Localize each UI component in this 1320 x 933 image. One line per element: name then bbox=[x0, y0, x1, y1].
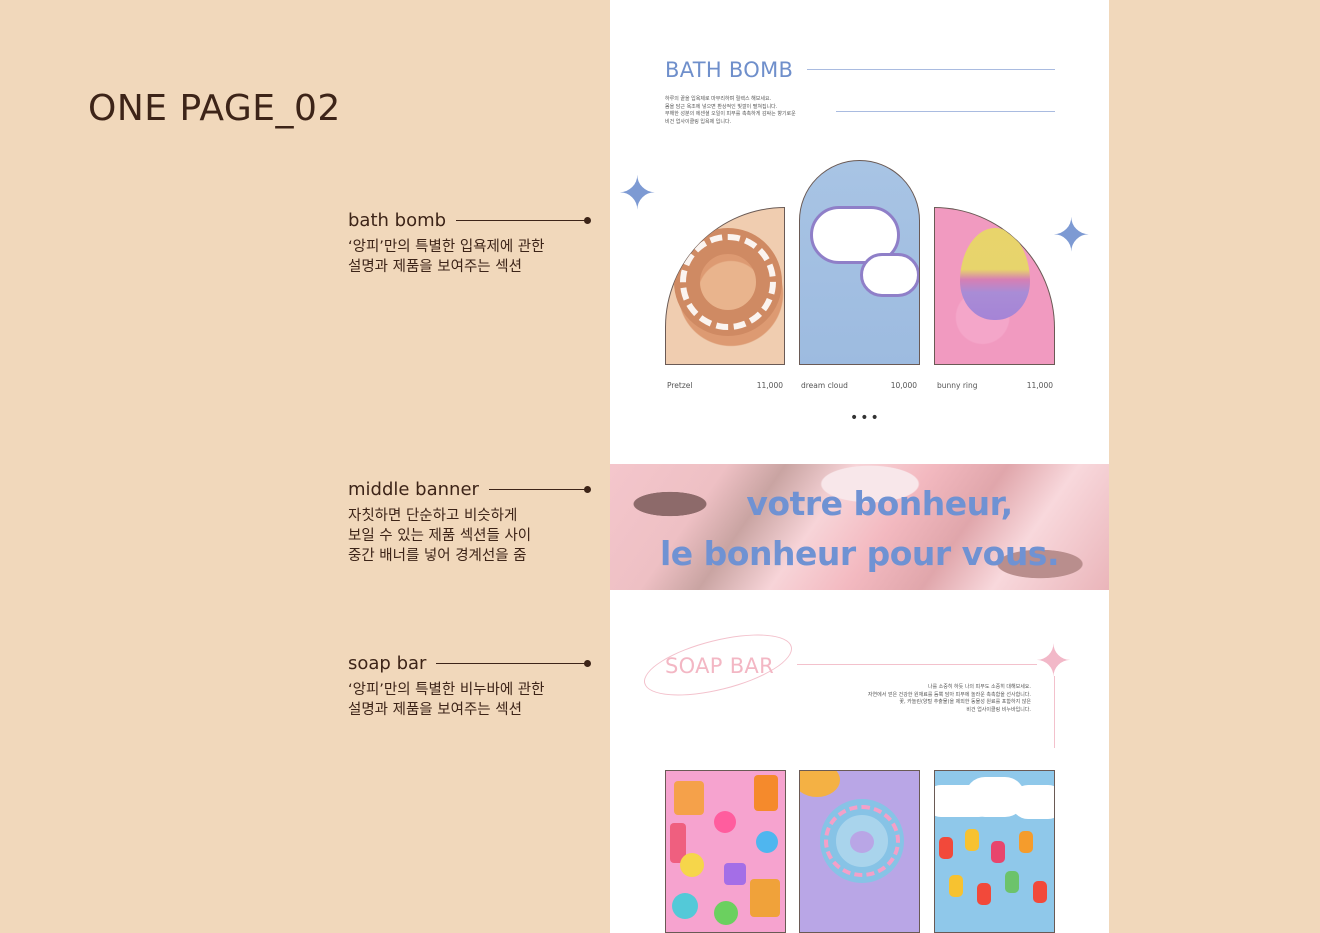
note-label: soap bar bbox=[348, 653, 427, 674]
soap-bar-desc: 나를 소중히 하듯 나의 피부도 소중히 대해보세요. 자연에서 얻은 건강한 … bbox=[867, 684, 1031, 713]
soap-piece bbox=[672, 893, 698, 919]
popsicle-soap bbox=[1005, 871, 1019, 893]
soap-bar-title: SOAP BAR bbox=[665, 654, 774, 678]
popsicle-soap bbox=[1033, 881, 1047, 903]
note-soap-bar: soap bar ‘앙피’만의 특별한 비누바에 관한 설명과 제품을 보여주는… bbox=[348, 653, 591, 720]
soap-product-image[interactable] bbox=[934, 770, 1055, 933]
note-desc: 자칫하면 단순하고 비슷하게 보일 수 있는 제품 섹션들 사이 중간 배너를 … bbox=[348, 508, 532, 564]
cloud-shape bbox=[860, 253, 919, 297]
note-connector bbox=[488, 486, 592, 493]
bath-bomb-title: BATH BOMB bbox=[665, 58, 794, 82]
divider bbox=[1054, 676, 1055, 748]
product-item[interactable]: dream cloud 10,000 bbox=[801, 381, 917, 390]
page-preview: BATH BOMB 하루의 끝을 입욕제로 마무리하며 릴렉스 해보세요. 몸을… bbox=[610, 0, 1109, 933]
product-item[interactable]: Pretzel 11,000 bbox=[667, 381, 783, 390]
soap-piece bbox=[750, 879, 780, 917]
note-connector bbox=[436, 660, 591, 667]
note-label: middle banner bbox=[348, 479, 479, 500]
page-title: ONE PAGE_02 bbox=[88, 88, 341, 129]
soap-piece bbox=[714, 901, 738, 925]
divider bbox=[836, 111, 1055, 112]
product-image-pretzel[interactable] bbox=[665, 207, 785, 365]
middle-banner: votre bonheur, le bonheur pour vous. bbox=[610, 464, 1109, 590]
note-connector bbox=[456, 217, 591, 224]
sparkle-icon: ✦ bbox=[618, 166, 657, 220]
soap-piece bbox=[724, 863, 746, 885]
note-middle-banner: middle banner 자칫하면 단순하고 비슷하게 보일 수 있는 제품 … bbox=[348, 479, 592, 566]
bath-bomb-desc: 하루의 끝을 입욕제로 마무리하며 릴렉스 해보세요. 몸을 담근 욕조에 넣으… bbox=[665, 96, 796, 125]
product-price: 11,000 bbox=[756, 381, 783, 390]
note-bath-bomb: bath bomb ‘앙피’만의 특별한 입욕제에 관한 설명과 제품을 보여주… bbox=[348, 210, 591, 277]
popsicle-soap bbox=[939, 837, 953, 859]
popsicle-soap bbox=[1019, 831, 1033, 853]
cloud-shape bbox=[1011, 785, 1054, 819]
popsicle-soap bbox=[949, 875, 963, 897]
divider bbox=[797, 664, 1037, 665]
banner-line-1: votre bonheur, bbox=[746, 484, 1013, 523]
more-button[interactable]: ••• bbox=[850, 410, 881, 426]
product-item[interactable]: bunny ring 11,000 bbox=[937, 381, 1053, 390]
note-desc: ‘앙피’만의 특별한 비누바에 관한 설명과 제품을 보여주는 섹션 bbox=[348, 682, 545, 718]
soap-piece bbox=[680, 853, 704, 877]
popsicle-soap bbox=[965, 829, 979, 851]
sparkle-icon: ✦ bbox=[1052, 208, 1091, 262]
soap-piece bbox=[756, 831, 778, 853]
note-label: bath bomb bbox=[348, 210, 447, 231]
product-name: bunny ring bbox=[937, 381, 978, 390]
soap-product-image[interactable] bbox=[799, 770, 920, 933]
soap-donut-hole bbox=[850, 831, 874, 853]
soap-product-image[interactable] bbox=[665, 770, 786, 933]
product-price: 10,000 bbox=[890, 381, 917, 390]
divider bbox=[807, 69, 1055, 70]
product-image-bunny-ring[interactable] bbox=[934, 207, 1055, 365]
banner-line-2: le bonheur pour vous. bbox=[659, 534, 1060, 573]
soap-piece bbox=[800, 771, 840, 797]
product-image-dream-cloud[interactable] bbox=[799, 160, 920, 365]
soap-piece bbox=[754, 775, 778, 811]
bath-bomb-egg bbox=[960, 228, 1030, 320]
soap-piece bbox=[674, 781, 704, 815]
glaze-drizzle bbox=[680, 234, 776, 330]
product-name: dream cloud bbox=[801, 381, 848, 390]
note-desc: ‘앙피’만의 특별한 입욕제에 관한 설명과 제품을 보여주는 섹션 bbox=[348, 239, 545, 275]
popsicle-soap bbox=[991, 841, 1005, 863]
soap-piece bbox=[714, 811, 736, 833]
popsicle-soap bbox=[977, 883, 991, 905]
product-name: Pretzel bbox=[667, 381, 693, 390]
product-price: 11,000 bbox=[1026, 381, 1053, 390]
